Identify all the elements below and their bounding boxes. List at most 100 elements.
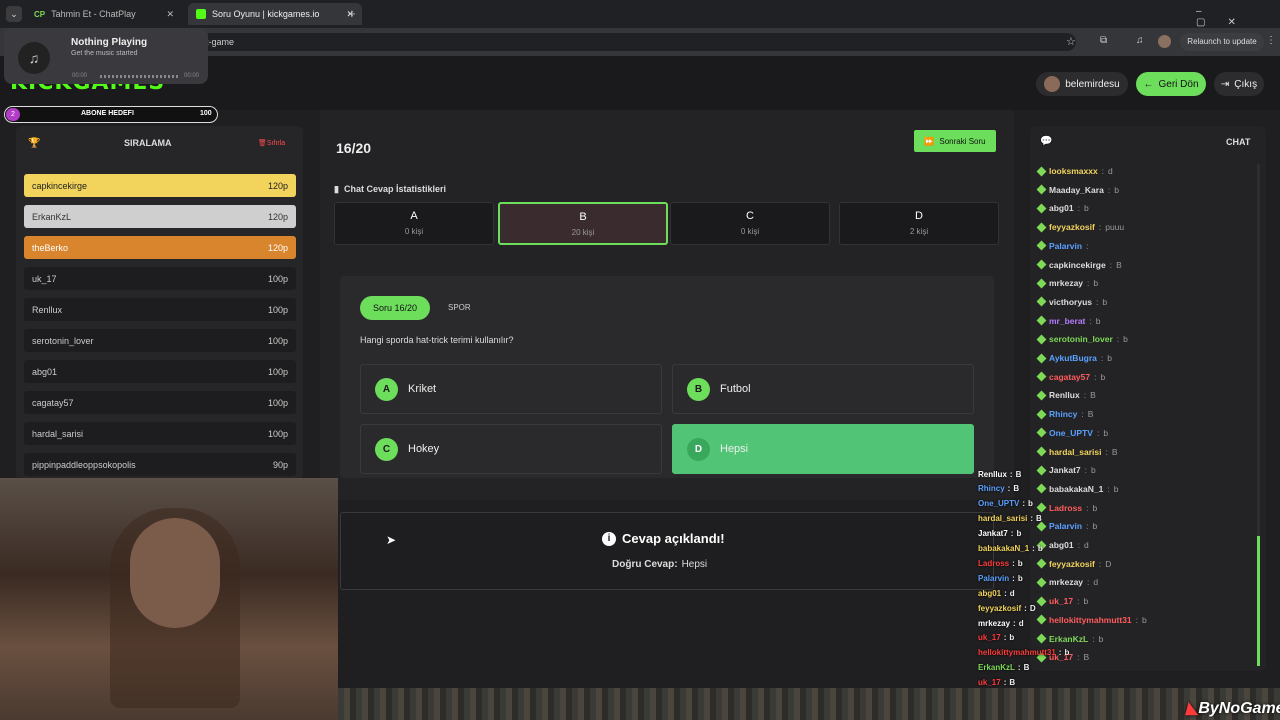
chat-username[interactable]: AykutBugra <box>1049 353 1097 363</box>
extensions-icon[interactable]: ⧉ <box>1100 35 1107 46</box>
logout-button[interactable]: ⇥ Çıkış <box>1214 72 1264 96</box>
chat-username[interactable]: ErkanKzL <box>1049 634 1088 644</box>
stat-letter: C <box>746 210 754 222</box>
chat-text: b <box>1092 502 1098 513</box>
overlay-chat-message: babakakaN_1: b <box>978 543 1043 555</box>
chat-message: AykutBugra: b <box>1036 351 1112 365</box>
chat-username[interactable]: serotonin_lover <box>1049 334 1113 344</box>
chat-separator: : <box>1116 334 1120 345</box>
chat-username[interactable]: uk_17 <box>1049 596 1073 606</box>
rank-row-2: ErkanKzL 120p <box>24 205 296 228</box>
media-progress[interactable] <box>100 75 178 78</box>
chat-username[interactable]: mrkezay <box>1049 278 1083 288</box>
close-tab-icon[interactable]: ✕ <box>166 9 174 20</box>
rank-score: 100p <box>267 397 288 408</box>
chat-scrollbar[interactable] <box>1257 164 1260 666</box>
chat-username[interactable]: abg01 <box>1049 203 1074 213</box>
tab-kickgames[interactable]: Soru Oyunu | kickgames.io ✕ <box>188 3 362 25</box>
tab-list-icon[interactable]: ⌄ <box>6 6 22 22</box>
chat-username[interactable]: looksmaxxx <box>1049 166 1098 176</box>
verified-badge-icon <box>1036 315 1047 326</box>
chat-username[interactable]: mr_berat <box>1049 316 1085 326</box>
address-bar[interactable]: t-game <box>196 33 1076 51</box>
stat-a: A 0 kişi <box>334 202 494 245</box>
overlay-chat-message: uk_17: b <box>978 632 1014 644</box>
rank-name: cagatay57 <box>32 397 74 408</box>
verified-badge-icon <box>1036 240 1047 251</box>
chat-username[interactable]: victhoryus <box>1049 297 1092 307</box>
next-label: Sonraki Soru <box>939 136 986 146</box>
chat-message: victhoryus: b <box>1036 295 1107 309</box>
verified-badge-icon <box>1036 353 1047 363</box>
chat-username[interactable]: mrkezay <box>1049 577 1083 587</box>
logout-label: Çıkış <box>1234 78 1258 90</box>
option-letter: A <box>375 377 398 401</box>
media-control-icon[interactable]: ♫ <box>1136 35 1144 46</box>
overlay-chat-message: Jankat7: b <box>978 528 1021 540</box>
chat-text: b <box>1142 614 1147 625</box>
option-d-correct[interactable]: D Hepsi <box>672 424 974 474</box>
overlay-text: b <box>1017 573 1023 583</box>
verified-badge-icon <box>1036 334 1047 345</box>
ranking-title: SIRALAMA <box>124 138 172 148</box>
relaunch-button[interactable]: Relaunch to update <box>1180 33 1264 51</box>
chat-username[interactable]: abg01 <box>1049 540 1074 550</box>
chat-username[interactable]: feyyazkosif <box>1049 559 1095 569</box>
overlay-text: d <box>1009 588 1015 598</box>
user-chip[interactable]: belemirdesu <box>1036 72 1128 96</box>
media-title: Nothing Playing <box>71 37 148 48</box>
reset-button[interactable]: 🗑Sıfırla <box>258 139 285 147</box>
option-a[interactable]: A Kriket <box>360 364 662 414</box>
verified-badge-icon <box>1036 222 1047 233</box>
trophy-icon: 🏆 <box>28 138 41 149</box>
info-icon: i <box>602 531 616 546</box>
stat-letter: D <box>915 210 923 222</box>
rank-row: Renllux 100p <box>24 298 296 321</box>
chat-username[interactable]: Renllux <box>1049 390 1080 400</box>
overlay-username: uk_17 <box>978 678 1001 688</box>
window-controls[interactable]: –▢✕ <box>1196 6 1280 28</box>
chat-message: Ladross: b <box>1036 501 1098 515</box>
back-button[interactable]: ← Geri Dön <box>1136 72 1206 96</box>
chat-username[interactable]: Maaday_Kara <box>1049 185 1104 195</box>
trash-icon: 🗑 <box>258 140 267 147</box>
next-question-button[interactable]: ⏩ Sonraki Soru <box>914 130 996 152</box>
chat-username[interactable]: Palarvin <box>1049 241 1082 251</box>
bookmark-star-icon[interactable]: ☆ <box>1066 35 1076 48</box>
reveal-header: i Cevap açıklandı! <box>602 531 725 546</box>
chat-separator: : <box>1096 296 1099 307</box>
chat-username[interactable]: Rhincy <box>1049 409 1077 419</box>
chat-username[interactable]: Ladross <box>1049 503 1082 513</box>
chat-username[interactable]: capkincekirge <box>1049 260 1106 270</box>
chat-username[interactable]: One_UPTV <box>1049 428 1093 438</box>
tab-chatplay[interactable]: CP Tahmin Et - ChatPlay ✕ <box>26 3 182 25</box>
overlay-chat-message: uk_17: B <box>978 677 1015 689</box>
chat-scroll-thumb[interactable] <box>1257 536 1260 666</box>
chat-username[interactable]: hellokittymahmutt31 <box>1049 615 1132 625</box>
chat-text: B <box>1111 446 1118 457</box>
menu-icon[interactable]: ⋮ <box>1266 35 1276 46</box>
option-b[interactable]: B Futbol <box>672 364 974 414</box>
chat-username[interactable]: Palarvin <box>1049 521 1082 531</box>
chat-message: Renllux: B <box>1036 388 1096 402</box>
chat-separator: : <box>1107 184 1111 195</box>
tab-label: Soru Oyunu | kickgames.io <box>212 9 320 19</box>
verified-badge-icon <box>1036 184 1047 195</box>
rank-score: 120p <box>267 180 288 191</box>
chat-username[interactable]: cagatay57 <box>1049 372 1090 382</box>
overlay-username: hellokittymahmutt31 <box>978 648 1056 658</box>
sub-goal-count: 2 <box>6 108 20 121</box>
option-c[interactable]: C Hokey <box>360 424 662 474</box>
chat-username[interactable]: hardal_sarisi <box>1049 447 1101 457</box>
media-time-end: 00:00 <box>184 73 200 79</box>
chat-message: looksmaxxx: d <box>1036 164 1113 178</box>
chat-username[interactable]: feyyazkosif <box>1049 222 1095 232</box>
chat-username[interactable]: Jankat7 <box>1049 465 1081 475</box>
profile-avatar[interactable] <box>1158 35 1171 48</box>
new-tab-icon[interactable]: + <box>348 6 356 21</box>
verified-badge-icon <box>1036 633 1047 644</box>
overlay-username: babakakaN_1 <box>978 544 1030 553</box>
rank-score: 100p <box>267 366 288 377</box>
overlay-separator: : <box>1003 633 1007 643</box>
chat-username[interactable]: babakakaN_1 <box>1049 484 1103 494</box>
